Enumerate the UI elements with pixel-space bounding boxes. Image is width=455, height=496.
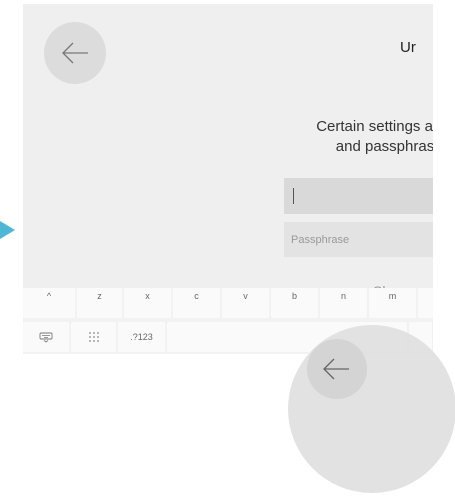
description-line-2: and passphras bbox=[335, 138, 433, 155]
key-n[interactable]: n bbox=[320, 288, 367, 318]
text-cursor bbox=[293, 188, 294, 204]
key-symbols[interactable]: .?123 bbox=[118, 322, 165, 352]
key-caret[interactable]: ^ bbox=[23, 288, 75, 318]
username-field[interactable] bbox=[284, 178, 433, 214]
dotgrid-icon bbox=[88, 332, 99, 342]
key-x[interactable]: x bbox=[124, 288, 171, 318]
key-m[interactable]: m bbox=[369, 288, 416, 318]
passphrase-field[interactable] bbox=[284, 222, 433, 257]
keyboard-icon bbox=[39, 332, 53, 342]
back-button[interactable] bbox=[44, 22, 106, 84]
key-v[interactable]: v bbox=[222, 288, 269, 318]
keyboard-row-1: ^ z x c v b n m bbox=[23, 288, 433, 318]
description-text: Certain settings are l and passphras bbox=[260, 117, 433, 157]
pointer-arrow-icon bbox=[0, 221, 15, 239]
back-button-zoomed[interactable] bbox=[307, 339, 367, 399]
description-line-1: Certain settings are l bbox=[316, 118, 433, 135]
key-c[interactable]: c bbox=[173, 288, 220, 318]
key-emoji[interactable] bbox=[71, 322, 116, 352]
key-b[interactable]: b bbox=[271, 288, 318, 318]
back-arrow-icon bbox=[323, 358, 349, 380]
key-hide-keyboard[interactable] bbox=[23, 322, 69, 352]
key-z[interactable]: z bbox=[77, 288, 122, 318]
page-title: Ur bbox=[400, 39, 416, 56]
settings-panel: Ur Certain settings are l and passphras … bbox=[23, 4, 433, 354]
passphrase-input[interactable] bbox=[284, 222, 433, 257]
back-arrow-icon bbox=[62, 42, 88, 64]
key-blank[interactable] bbox=[418, 288, 433, 318]
